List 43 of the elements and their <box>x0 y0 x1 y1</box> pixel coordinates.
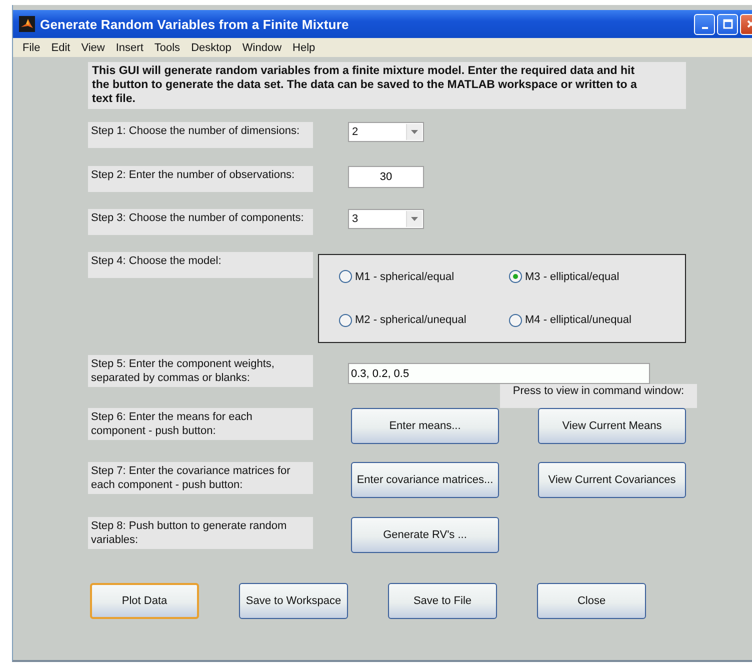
dropdown[interactable]: 3 <box>348 209 424 229</box>
step-label: Step 5: Enter the component weights, separated by commas or blanks: <box>88 355 313 387</box>
step-label: Step 8: Push button to generate random variables: <box>88 517 313 549</box>
step-label: Step 4: Choose the model: <box>88 252 313 278</box>
step-button[interactable]: Enter covariance matrices... <box>351 462 499 498</box>
step-label: Step 6: Enter the means for each component - push button: <box>88 408 313 440</box>
action-button[interactable]: Save to File <box>388 583 497 619</box>
app-logo-icon <box>19 16 35 32</box>
maximize-button[interactable] <box>717 14 738 34</box>
observations-field[interactable]: 30 <box>348 166 424 188</box>
caret-icon <box>411 130 418 134</box>
action-button[interactable]: Save to Workspace <box>239 583 348 619</box>
radio-option[interactable]: M3 - elliptical/equal <box>509 270 685 284</box>
action-button[interactable]: Plot Data <box>90 583 199 619</box>
step-button[interactable]: Generate RV's ... <box>351 517 499 553</box>
radio-option[interactable]: M1 - spherical/equal <box>339 270 509 284</box>
step-label: Step 7: Enter the covariance matrices for each component - push button: <box>88 462 313 494</box>
step-button[interactable]: View Current Means <box>538 408 686 444</box>
window-title: Generate Random Variables from a Finite Mixture <box>40 16 349 32</box>
menu-item[interactable]: Tools <box>148 42 186 54</box>
step-label: Step 2: Enter the number of observations: <box>88 166 313 192</box>
menu-item[interactable]: Edit <box>46 42 76 54</box>
weights-field[interactable]: 0.3, 0.2, 0.5 <box>348 363 650 384</box>
dropdown[interactable]: 2 <box>348 122 424 142</box>
menu-item[interactable]: Help <box>287 42 321 54</box>
caret-icon <box>411 217 418 221</box>
menu-item[interactable]: Insert <box>110 42 149 54</box>
menu-item[interactable]: Window <box>236 42 288 54</box>
maximize-icon <box>722 19 732 29</box>
menu-item[interactable]: Desktop <box>186 42 237 54</box>
step-button[interactable]: Enter means... <box>351 408 499 444</box>
menu-item[interactable]: File <box>17 42 46 54</box>
step-label: Step 1: Choose the number of dimensions: <box>88 122 313 148</box>
minimize-button[interactable] <box>694 14 715 34</box>
menu-item[interactable]: View <box>76 42 110 54</box>
radio-option[interactable]: M4 - elliptical/unequal <box>509 314 685 327</box>
intro-text: This GUI will generate random variables from a finite mixture model. Enter the required data and hit the button to generate the data set. The data can be saved to the MATLAB workspace or written to a text file. <box>88 62 686 109</box>
note-label: Press to view in command window: <box>500 384 697 408</box>
radio-option[interactable]: M2 - spherical/unequal <box>339 314 509 327</box>
step-button[interactable]: View Current Covariances <box>538 462 686 498</box>
step-label: Step 3: Choose the number of components: <box>88 209 313 235</box>
minimize-icon <box>702 27 708 29</box>
action-button[interactable]: Close <box>537 583 646 619</box>
